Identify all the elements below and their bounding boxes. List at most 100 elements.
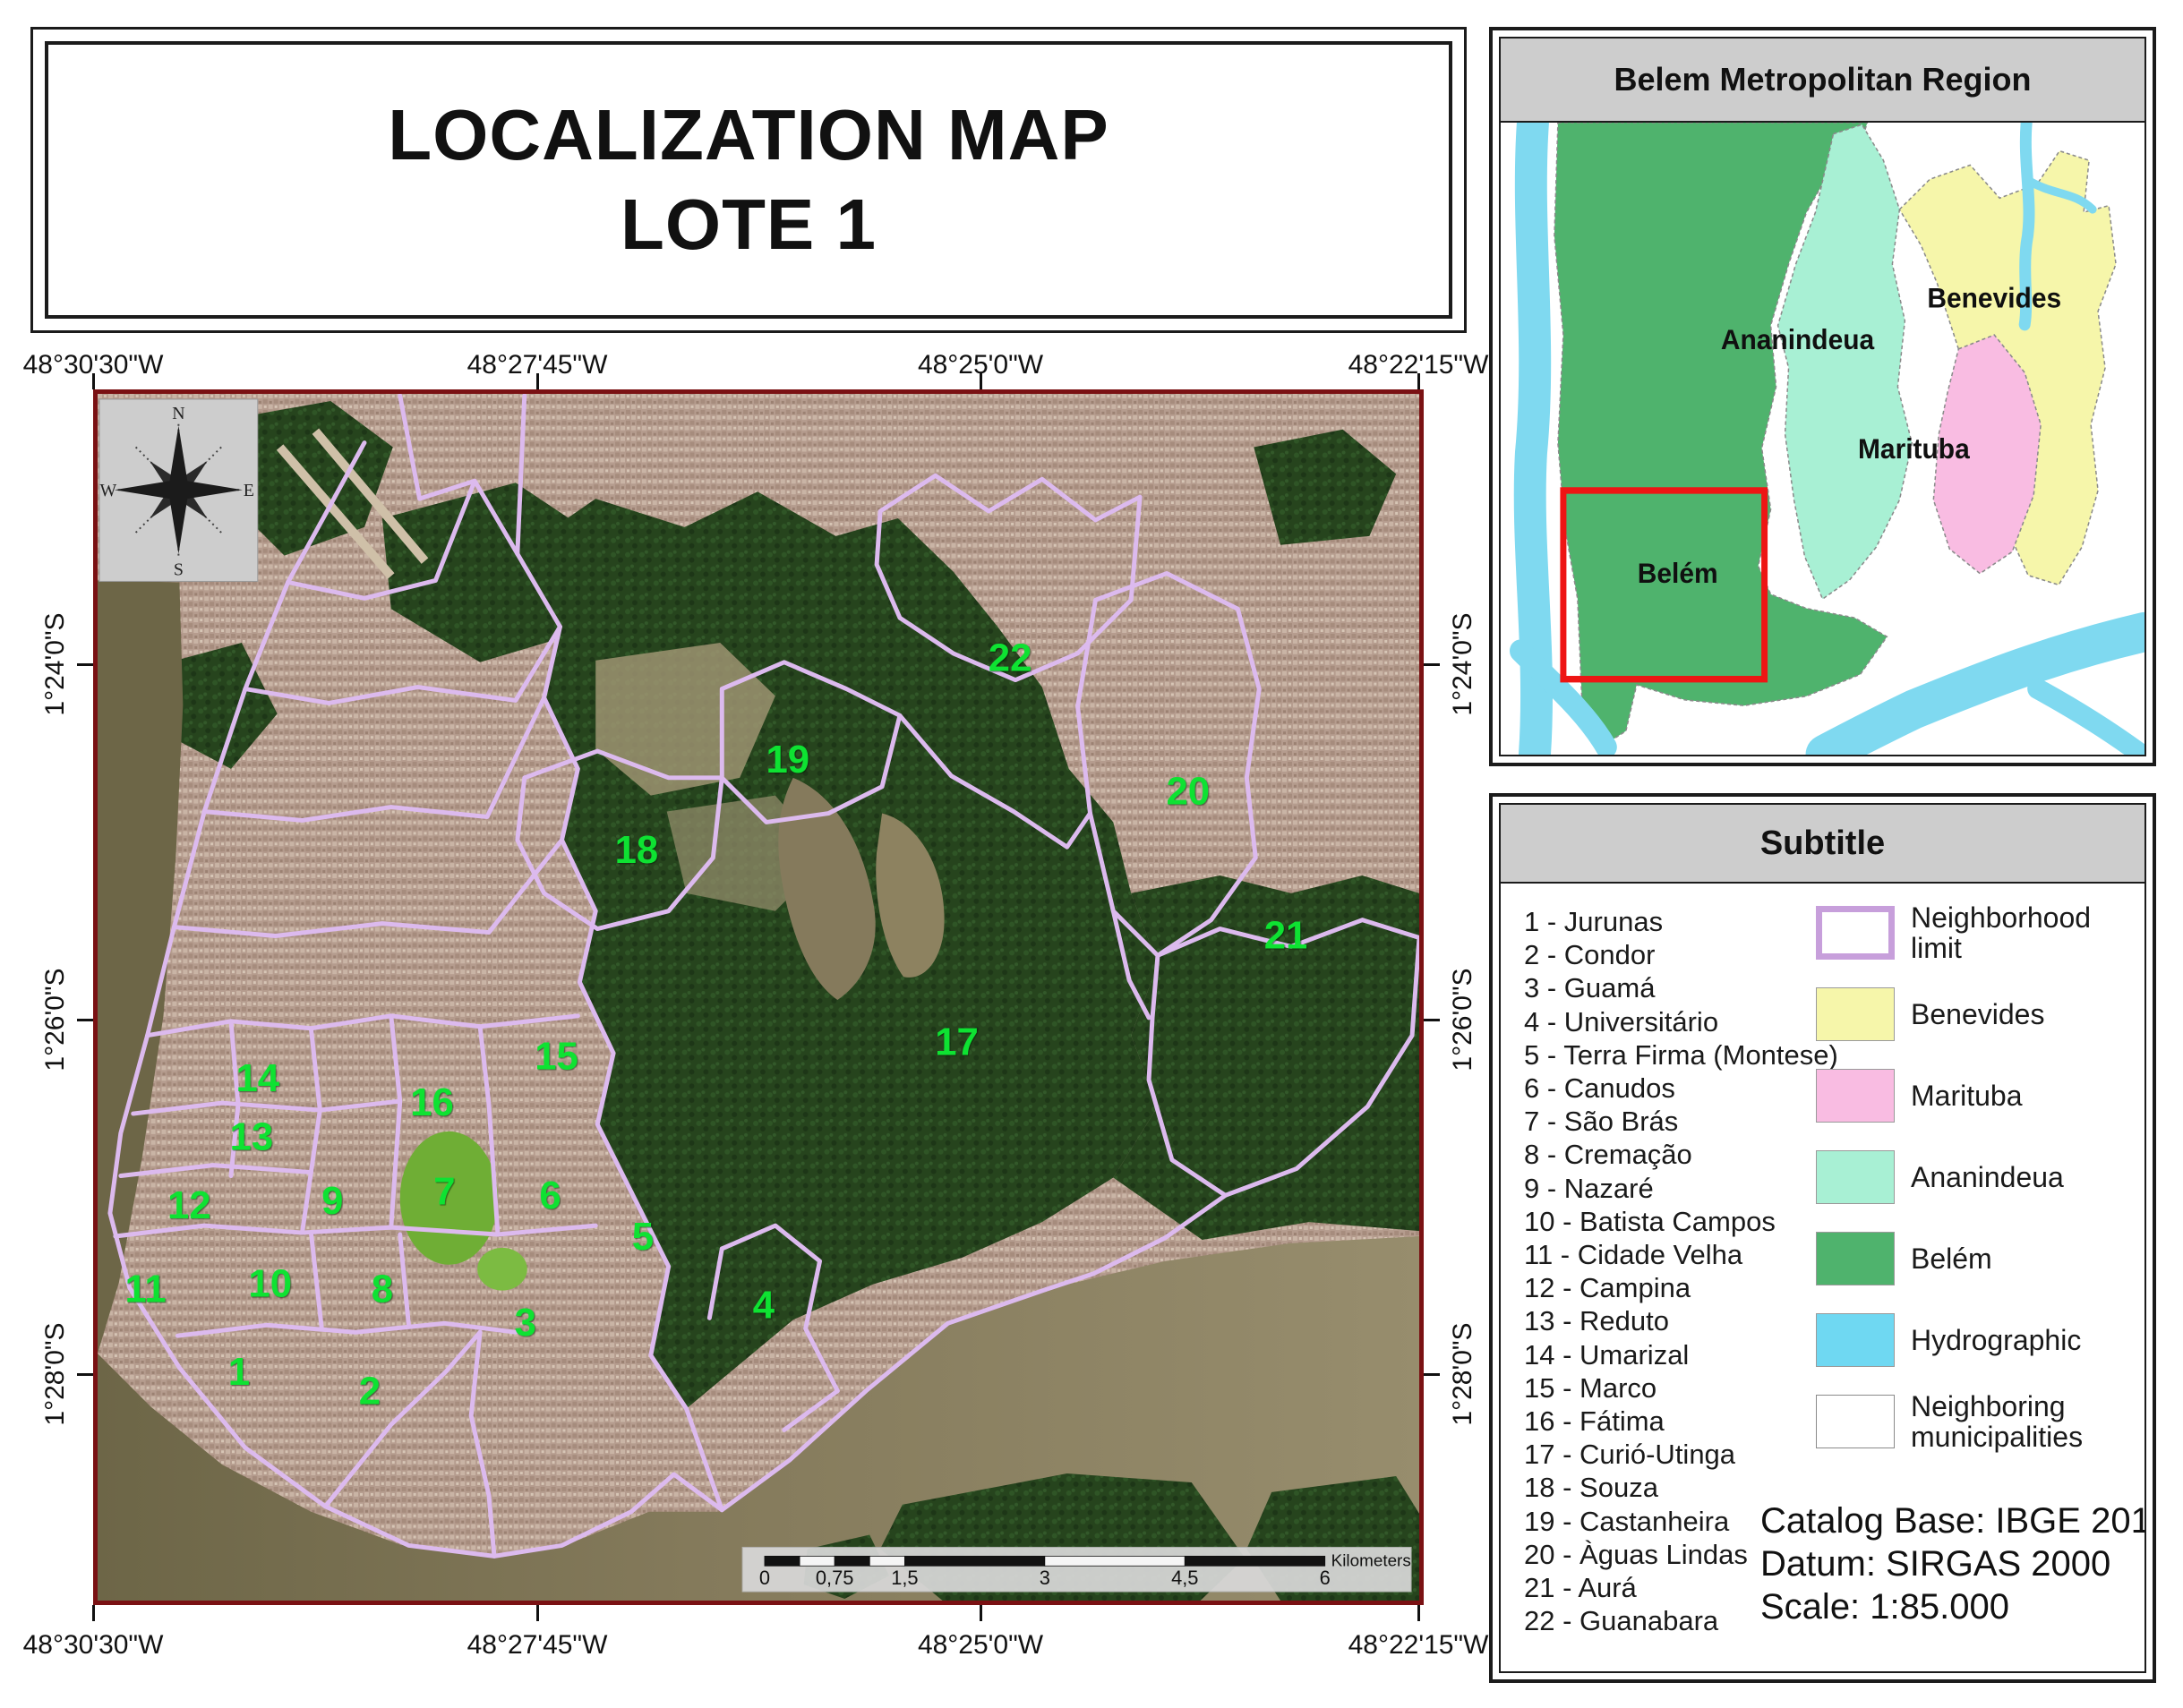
lat-label-right-1: 1°26'0"S <box>1448 968 1478 1071</box>
map-number-1: 1 <box>228 1350 250 1394</box>
lon-tick-bottom-1 <box>536 1605 539 1621</box>
lon-label-bottom-2: 48°25'0"W <box>918 1630 1043 1661</box>
lat-label-left-1: 1°26'0"S <box>40 968 71 1071</box>
scale-bar-tick-0: 0 <box>759 1567 770 1589</box>
lat-tick-right-1 <box>1424 1019 1440 1021</box>
legend-neighborhood-6: 6 - Canudos <box>1524 1072 1838 1105</box>
legend-row-0: Neighborhood limit <box>1816 905 2135 961</box>
map-number-16: 16 <box>410 1080 454 1124</box>
inset-ananindeua-label: Ananindeua <box>1721 323 1875 355</box>
compass-s-label: S <box>174 560 184 580</box>
scale-bar-segment-6 <box>1185 1556 1324 1566</box>
map-number-19: 19 <box>766 738 809 781</box>
map-title-line2: LOTE 1 <box>621 187 877 262</box>
lat-label-right-2: 1°28'0"S <box>1448 1322 1478 1425</box>
map-number-5: 5 <box>632 1215 654 1259</box>
legend-swatch-label-5: Hydrographic <box>1911 1325 2081 1355</box>
legend-swatch-2 <box>1816 1069 1895 1123</box>
lat-label-left-2: 1°28'0"S <box>40 1322 71 1425</box>
legend-swatch-0 <box>1816 906 1895 960</box>
map-title-line1: LOCALIZATION MAP <box>388 98 1109 173</box>
scale-bar-tick-4: 4,5 <box>1171 1567 1198 1589</box>
inset-map-body: Ananindeua Benevides Marituba Belém <box>1501 123 2144 755</box>
map-number-9: 9 <box>321 1179 343 1223</box>
catalog-base: Catalog Base: IBGE 2010 <box>1760 1499 2144 1542</box>
inset-map-panel: Belem Metropolitan Region <box>1489 27 2156 766</box>
inset-benevides-label: Benevides <box>1927 282 2061 314</box>
legend-swatch-3 <box>1816 1150 1895 1204</box>
page-canvas: LOCALIZATION MAP LOTE 1 <box>0 0 2183 1708</box>
map-number-7: 7 <box>433 1169 455 1213</box>
inset-map-svg: Ananindeua Benevides Marituba Belém <box>1501 123 2144 755</box>
lon-tick-top-2 <box>980 373 982 389</box>
lat-tick-right-2 <box>1424 1373 1440 1376</box>
scale-bar-segment-3 <box>869 1556 904 1566</box>
legend-neighborhood-9: 9 - Nazaré <box>1524 1172 1838 1205</box>
title-box-inner: LOCALIZATION MAP LOTE 1 <box>45 41 1452 319</box>
lon-tick-bottom-0 <box>92 1605 95 1621</box>
legend-row-4: Belém <box>1816 1231 2135 1286</box>
map-number-11: 11 <box>125 1267 167 1311</box>
lon-label-bottom-1: 48°27'45"W <box>467 1630 608 1661</box>
map-number-22: 22 <box>989 636 1032 680</box>
main-map-frame: 12345678910111213141516171819202122 N S … <box>93 389 1424 1605</box>
title-box: LOCALIZATION MAP LOTE 1 <box>30 27 1467 333</box>
legend-neighborhood-13: 13 - Reduto <box>1524 1304 1838 1337</box>
compass-e-label: E <box>244 481 254 500</box>
map-number-18: 18 <box>615 828 659 872</box>
scale-bar-tick-1: 0,75 <box>816 1567 853 1589</box>
lon-label-bottom-3: 48°22'15"W <box>1348 1630 1489 1661</box>
map-number-12: 12 <box>167 1183 211 1227</box>
scale-bar: 0 0,75 1,5 3 4,5 6 Kilometers <box>742 1547 1411 1592</box>
main-map-svg: 12345678910111213141516171819202122 N S … <box>98 394 1419 1601</box>
scale-bar-unit: Kilometers <box>1331 1550 1411 1569</box>
legend-swatch-4 <box>1816 1232 1895 1285</box>
legend-body: 1 - Jurunas2 - Condor3 - Guamá4 - Univer… <box>1501 884 2144 1671</box>
legend-row-5: Hydrographic <box>1816 1312 2135 1368</box>
scale-bar-tick-3: 3 <box>1040 1567 1050 1589</box>
scale-bar-segment-2 <box>835 1556 869 1566</box>
compass-n-label: N <box>172 404 184 423</box>
legend-neighborhood-3: 3 - Guamá <box>1524 971 1838 1004</box>
lat-label-left-0: 1°24'0"S <box>40 612 71 715</box>
legend-swatch-label-4: Belém <box>1911 1243 1992 1274</box>
legend-neighborhood-17: 17 - Curió-Utinga <box>1524 1438 1838 1471</box>
legend-neighborhood-5: 5 - Terra Firma (Montese) <box>1524 1038 1838 1072</box>
legend-row-6: Neighboring municipalities <box>1816 1394 2135 1449</box>
legend-row-2: Marituba <box>1816 1068 2135 1123</box>
legend-swatch-label-0: Neighborhood limit <box>1911 902 2135 963</box>
scale-bar-tick-2: 1,5 <box>891 1567 918 1589</box>
legend-swatch-label-3: Ananindeua <box>1911 1162 2064 1192</box>
catalog-datum: Datum: SIRGAS 2000 <box>1760 1542 2144 1585</box>
map-number-4: 4 <box>753 1283 775 1327</box>
lon-tick-bottom-2 <box>980 1605 982 1621</box>
legend-neighborhood-16: 16 - Fátima <box>1524 1405 1838 1438</box>
legend-swatch-label-6: Neighboring municipalities <box>1911 1391 2135 1452</box>
lat-tick-left-0 <box>77 663 93 666</box>
map-number-20: 20 <box>1166 770 1210 814</box>
map-number-3: 3 <box>515 1301 536 1345</box>
compass-rose: N S W E <box>99 399 258 581</box>
legend-swatch-label-1: Benevides <box>1911 999 2044 1029</box>
scale-bar-segment-1 <box>800 1556 835 1566</box>
satellite-imagery <box>98 394 1419 1601</box>
legend-header: Subtitle <box>1501 805 2144 884</box>
map-number-10: 10 <box>248 1262 292 1306</box>
map-number-17: 17 <box>935 1021 979 1064</box>
legend-neighborhood-4: 4 - Universitário <box>1524 1005 1838 1038</box>
map-number-14: 14 <box>235 1056 279 1100</box>
lat-tick-left-1 <box>77 1019 93 1021</box>
scale-bar-tick-5: 6 <box>1320 1567 1331 1589</box>
legend-neighborhood-11: 11 - Cidade Velha <box>1524 1238 1838 1271</box>
inset-belem-label: Belém <box>1638 557 1718 589</box>
compass-w-label: W <box>100 481 117 500</box>
legend-row-1: Benevides <box>1816 986 2135 1042</box>
map-number-6: 6 <box>539 1174 561 1217</box>
legend-neighborhood-15: 15 - Marco <box>1524 1371 1838 1405</box>
legend-neighborhood-8: 8 - Cremação <box>1524 1138 1838 1171</box>
inset-marituba-label: Marituba <box>1858 432 1971 465</box>
legend-swatch-6 <box>1816 1395 1895 1448</box>
map-number-15: 15 <box>535 1034 578 1078</box>
lon-tick-top-1 <box>536 373 539 389</box>
legend-neighborhood-12: 12 - Campina <box>1524 1271 1838 1304</box>
